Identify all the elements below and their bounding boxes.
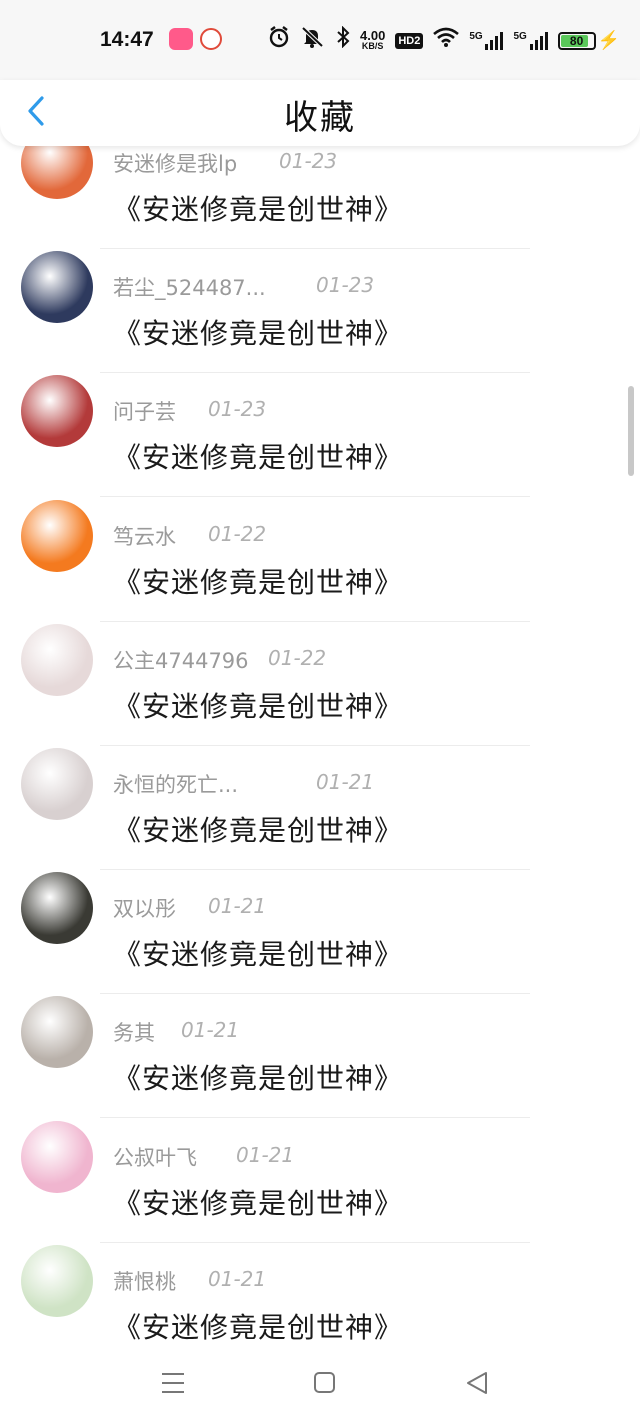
user-name[interactable]: 安迷修是我lp [113, 148, 237, 178]
charging-icon: ⚡ [597, 30, 620, 50]
avatar[interactable] [21, 748, 93, 820]
mute-icon [300, 26, 326, 55]
favorite-date: 01-21 [208, 1266, 267, 1291]
back-triangle-icon[interactable] [460, 1366, 494, 1400]
hd-voice-badge: HD2 [395, 32, 424, 49]
user-name[interactable]: 公叔叶飞 [113, 1142, 197, 1172]
list-item[interactable]: 永恒的死亡... 01-21 《安迷修竟是创世神》 [0, 705, 640, 870]
avatar[interactable] [21, 1244, 93, 1317]
favorites-list[interactable]: 安迷修是我lp 01-23 《安迷修竟是创世神》 若尘_524487... 01-23 《… [0, 80, 640, 1342]
favorite-date: 01-21 [181, 1018, 240, 1043]
list-item[interactable]: 问子芸 01-23 《安迷修竟是创世神》 [0, 332, 640, 498]
user-name[interactable]: 若尘_524487... [113, 272, 266, 302]
avatar[interactable] [21, 375, 93, 448]
user-name[interactable]: 问子芸 [113, 396, 176, 426]
book-title[interactable]: 《安迷修竟是创世神》 [113, 1306, 403, 1342]
bluetooth-icon [336, 25, 350, 55]
status-time: 14:47 [100, 28, 154, 51]
menu-icon[interactable] [156, 1366, 190, 1400]
favorite-date: 01-23 [279, 149, 338, 173]
app2-icon [200, 28, 222, 50]
favorite-date: 01-21 [236, 1142, 295, 1167]
signal-2-bars [529, 31, 548, 50]
avatar[interactable] [21, 872, 93, 945]
system-nav-bar [0, 1342, 640, 1422]
alarm-icon [268, 26, 290, 55]
signal-1: 5G [469, 30, 504, 50]
avatar[interactable] [21, 623, 93, 696]
net-speed-unit: KB/S [361, 40, 384, 51]
battery-level: 80 [569, 33, 584, 48]
favorite-date: 01-23 [208, 397, 267, 422]
user-name[interactable]: 永恒的死亡... [113, 769, 238, 799]
app-header: 收藏 [0, 80, 640, 146]
list-item[interactable]: 萧恨桃 01-21 《安迷修竟是创世神》 [0, 1202, 640, 1342]
list-item[interactable]: 公叔叶飞 01-21 《安迷修竟是创世神》 [0, 1078, 640, 1243]
wifi-icon [433, 27, 460, 54]
favorite-date: 01-22 [208, 521, 267, 546]
battery-shell: 80 [557, 31, 596, 50]
signal-1-label: 5G [469, 30, 483, 42]
favorite-date: 01-21 [208, 894, 267, 919]
bilibili-app-icon [169, 28, 193, 50]
net-speed: 4.00 KB/S [360, 27, 386, 52]
list-item[interactable]: 双以彤 01-21 《安迷修竟是创世神》 [0, 829, 640, 995]
favorite-date: 01-22 [268, 645, 327, 670]
scrollbar[interactable] [628, 386, 634, 476]
user-name[interactable]: 笃云水 [113, 521, 176, 551]
user-name[interactable]: 公主4744796 [113, 645, 249, 675]
battery-indicator: 80 ⚡ [557, 30, 620, 51]
avatar[interactable] [21, 996, 93, 1069]
net-speed-value: 4.00 [360, 27, 386, 43]
user-name[interactable]: 萧恨桃 [113, 1266, 176, 1296]
status-bar: 14:47 4.00 KB/S HD2 5G 5G 80 ⚡ [0, 0, 640, 80]
signal-2-label: 5G [513, 30, 527, 42]
list-item[interactable]: 笃云水 01-22 《安迷修竟是创世神》 [0, 457, 640, 622]
favorite-date: 01-23 [316, 273, 375, 298]
signal-2: 5G [513, 30, 548, 50]
avatar[interactable] [21, 1120, 93, 1193]
avatar[interactable] [21, 251, 93, 324]
user-name[interactable]: 务其 [113, 1017, 155, 1047]
favorite-date: 01-21 [316, 770, 375, 794]
status-icons: 4.00 KB/S HD2 5G 5G 80 ⚡ [268, 25, 620, 55]
list-item[interactable]: 务其 01-21 《安迷修竟是创世神》 [0, 953, 640, 1119]
signal-1-bars [485, 31, 504, 50]
list-item[interactable]: 若尘_524487... 01-23 《安迷修竟是创世神》 [0, 208, 640, 374]
home-square-icon[interactable] [307, 1366, 341, 1400]
page-title: 收藏 [284, 98, 356, 138]
list-item[interactable]: 公主4744796 01-22 《安迷修竟是创世神》 [0, 581, 640, 746]
avatar[interactable] [21, 499, 93, 572]
user-name[interactable]: 双以彤 [113, 893, 176, 923]
